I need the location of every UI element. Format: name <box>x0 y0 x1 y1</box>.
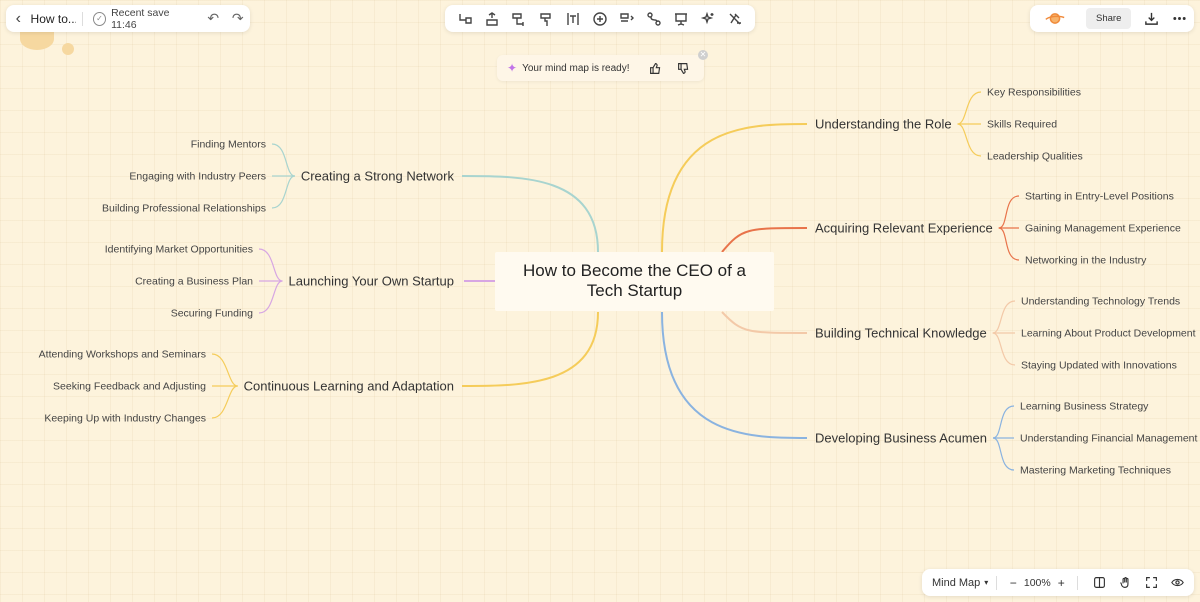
branch-node[interactable]: Building Technical Knowledge <box>815 326 987 341</box>
branch-connector <box>661 123 808 253</box>
branch-node[interactable]: Creating a Strong Network <box>301 169 455 184</box>
leaf-connector <box>211 385 238 419</box>
leaf-node[interactable]: Creating a Business Plan <box>135 276 253 288</box>
leaf-node[interactable]: Seeking Feedback and Adjusting <box>53 381 206 393</box>
leaf-connector <box>271 175 296 209</box>
map-mode-dropdown[interactable]: Mind Map ▾ <box>922 577 988 589</box>
leaf-connector <box>992 405 1015 439</box>
leaf-node[interactable]: Staying Updated with Innovations <box>1021 360 1177 372</box>
leaf-node[interactable]: Gaining Management Experience <box>1025 223 1181 235</box>
branch-group: Acquiring Relevant Experience Starting in… <box>815 191 1181 267</box>
leaf-connector <box>258 280 283 314</box>
root-node[interactable]: How to Become the CEO of aTech Startup <box>495 252 774 311</box>
branch-connector <box>461 175 599 253</box>
leaf-connector <box>998 227 1020 261</box>
leaf-node[interactable]: Leadership Qualities <box>987 151 1083 163</box>
leaf-node[interactable]: Understanding Technology Trends <box>1021 296 1180 308</box>
leaf-node[interactable]: Building Professional Relationships <box>102 203 266 215</box>
divider <box>996 575 998 590</box>
leaf-node[interactable]: Understanding Financial Management <box>1020 433 1198 445</box>
branch-connector <box>461 311 599 387</box>
root-title-line: How to Become the CEO of a <box>523 261 747 280</box>
branch-node[interactable]: Launching Your Own Startup <box>288 274 454 289</box>
branch-group: Understanding the Role Key Responsibiliti… <box>815 87 1083 163</box>
leaf-node[interactable]: Learning About Product Development <box>1021 328 1196 340</box>
leaf-connector <box>211 353 238 387</box>
branch-connector <box>661 311 808 439</box>
leaf-node[interactable]: Keeping Up with Industry Changes <box>44 413 206 425</box>
leaf-node[interactable]: Networking in the Industry <box>1025 255 1147 267</box>
divider <box>1077 575 1079 590</box>
leaf-node[interactable]: Mastering Marketing Techniques <box>1020 465 1171 477</box>
leaf-connector <box>957 123 982 157</box>
chevron-down-icon: ▾ <box>984 578 989 587</box>
panel-toggle-icon[interactable] <box>1086 576 1112 589</box>
branch-group: Continuous Learning and Adaptation Attend… <box>39 349 454 425</box>
leaf-node[interactable]: Securing Funding <box>171 308 253 320</box>
branch-node[interactable]: Developing Business Acumen <box>815 431 987 446</box>
zoom-in-button[interactable]: + <box>1053 576 1069 590</box>
leaf-connector <box>271 143 296 177</box>
leaf-connector <box>258 248 283 282</box>
zoom-out-button[interactable]: − <box>1005 576 1021 590</box>
view-controls: Mind Map ▾ − 100% + <box>922 569 1194 596</box>
leaf-node[interactable]: Engaging with Industry Peers <box>129 171 266 183</box>
pan-hand-icon[interactable] <box>1112 576 1138 589</box>
leaf-node[interactable]: Attending Workshops and Seminars <box>39 349 206 361</box>
branch-node[interactable]: Acquiring Relevant Experience <box>815 221 993 236</box>
root-title-line: Tech Startup <box>587 281 682 300</box>
leaf-connector <box>992 300 1016 334</box>
map-mode-label: Mind Map <box>932 576 981 589</box>
fit-screen-icon[interactable] <box>1138 576 1164 589</box>
mind-map-canvas: Understanding the Role Key Responsibiliti… <box>39 87 1198 477</box>
branch-connector <box>721 311 808 334</box>
branch-node[interactable]: Understanding the Role <box>815 117 952 132</box>
leaf-connector <box>998 195 1020 229</box>
leaf-node[interactable]: Skills Required <box>987 119 1057 131</box>
leaf-connector <box>957 91 982 125</box>
leaf-node[interactable]: Starting in Entry-Level Positions <box>1025 191 1174 203</box>
leaf-connector <box>992 332 1016 366</box>
leaf-node[interactable]: Key Responsibilities <box>987 87 1081 99</box>
preview-eye-icon[interactable] <box>1164 576 1190 589</box>
leaf-node[interactable]: Finding Mentors <box>191 139 266 151</box>
zoom-level: 100% <box>1023 576 1051 589</box>
branch-connector <box>721 227 808 253</box>
leaf-node[interactable]: Identifying Market Opportunities <box>105 244 253 256</box>
leaf-node[interactable]: Learning Business Strategy <box>1020 401 1149 413</box>
branch-node[interactable]: Continuous Learning and Adaptation <box>244 379 454 394</box>
leaf-connector <box>992 437 1015 471</box>
